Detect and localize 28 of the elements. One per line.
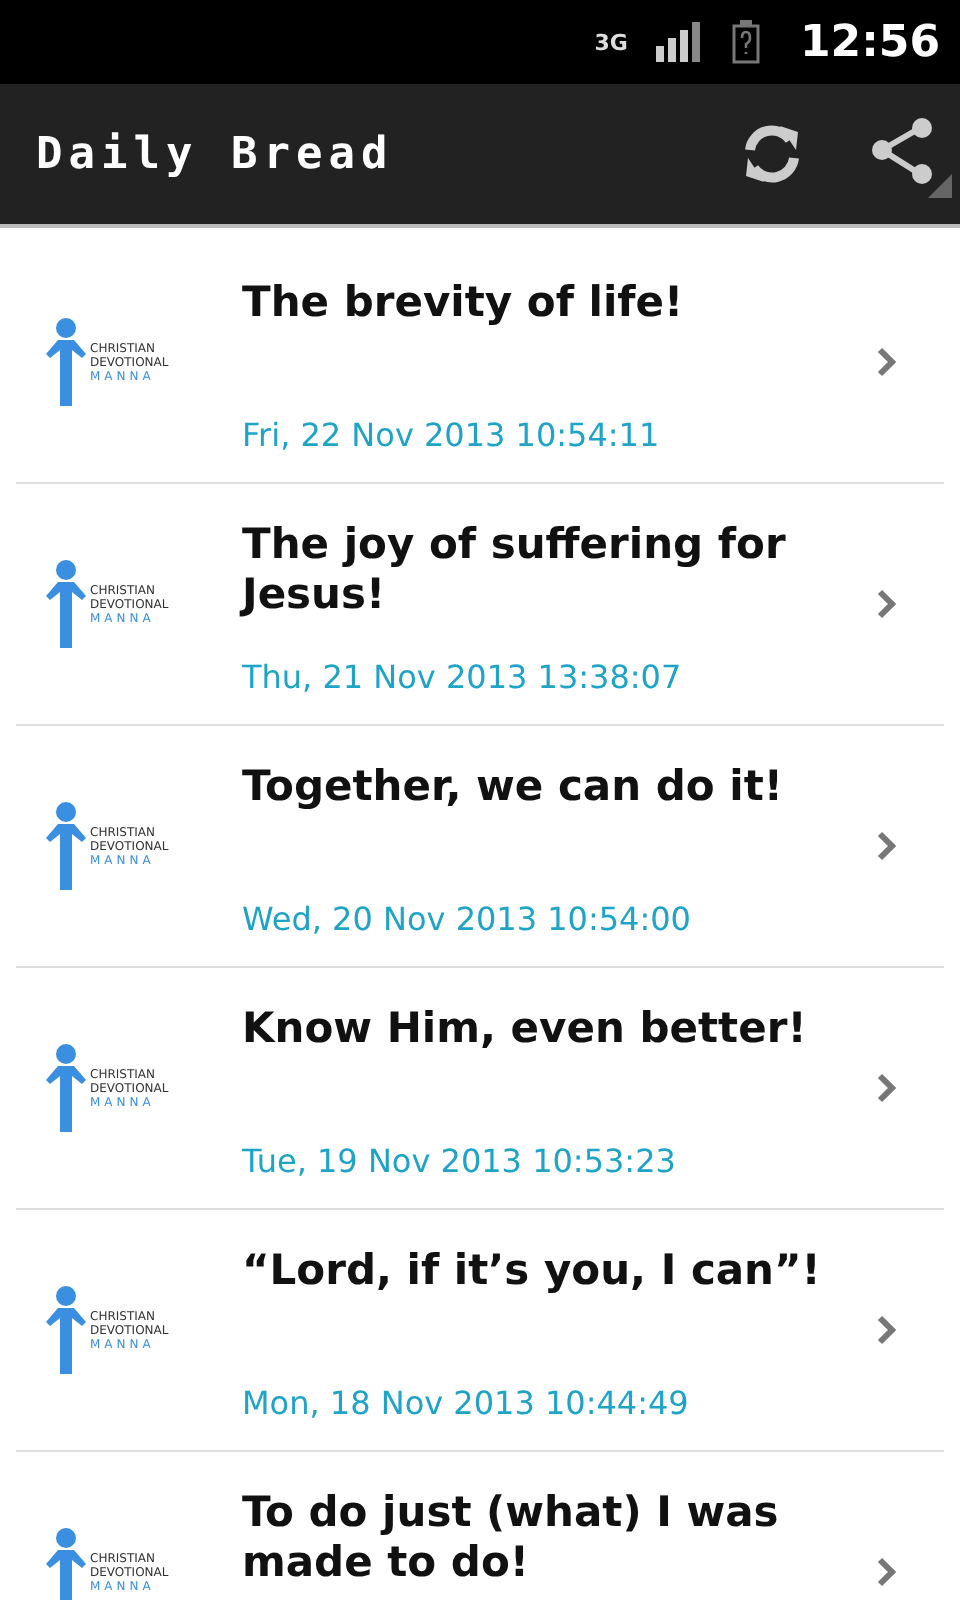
item-title: The brevity of life! xyxy=(242,278,686,328)
network-type: 3G xyxy=(594,29,628,55)
item-title: To do just (what) I was made to do! xyxy=(242,1488,781,1588)
chevron-icon xyxy=(876,1556,896,1588)
chevron-icon xyxy=(876,1314,896,1346)
app-title: Daily Bread xyxy=(36,129,396,179)
figure-icon xyxy=(44,1282,88,1378)
chevron-icon xyxy=(876,588,896,620)
item-date: Mon, 18 Nov 2013 10:44:49 xyxy=(242,1384,691,1422)
battery-icon xyxy=(731,20,760,64)
item-title: “Lord, if it’s you, I can”! xyxy=(242,1246,823,1296)
item-date: Fri, 22 Nov 2013 10:54:11 xyxy=(242,416,662,454)
item-date: Thu, 21 Nov 2013 13:38:07 xyxy=(242,658,684,696)
item-title: Together, we can do it! xyxy=(242,762,785,812)
figure-icon xyxy=(44,798,88,894)
item-title: The joy of suffering for Jesus! xyxy=(242,520,788,620)
signal-icon xyxy=(655,22,704,62)
figure-icon xyxy=(44,314,88,410)
item-date: Tue, 19 Nov 2013 10:53:23 xyxy=(242,1142,678,1180)
chevron-icon xyxy=(876,830,896,862)
chevron-icon xyxy=(876,346,896,378)
item-date: Wed, 20 Nov 2013 10:54:00 xyxy=(242,900,693,938)
chevron-icon xyxy=(876,1072,896,1104)
figure-icon xyxy=(44,1524,88,1600)
figure-icon xyxy=(44,556,88,652)
item-title: Know Him, even better! xyxy=(242,1004,809,1054)
figure-icon xyxy=(44,1040,88,1136)
clock: 12:56 xyxy=(799,17,940,67)
